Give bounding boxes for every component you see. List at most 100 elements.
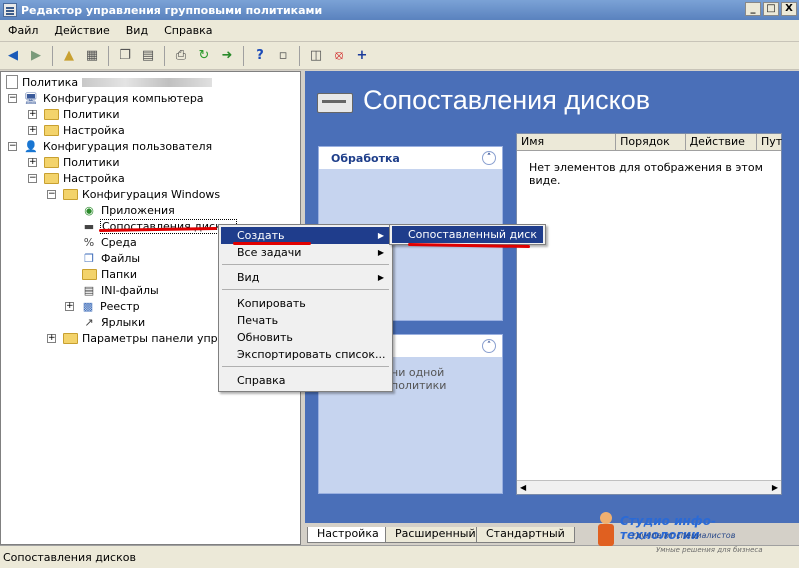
drive-maps-icon	[317, 93, 353, 113]
toolbar-separator	[164, 45, 165, 66]
pane-title: Сопоставления дисков	[363, 85, 651, 115]
tree-uc-policies[interactable]: + Политики	[28, 154, 120, 170]
tree-folders[interactable]: Папки	[81, 266, 137, 282]
add-icon[interactable]: +	[352, 46, 372, 66]
computer-icon: 🖥	[24, 91, 38, 105]
tree-label: Настройка	[63, 123, 125, 137]
shortcut-icon: ↗	[84, 315, 94, 329]
menu-bar: Файл Действие Вид Справка	[0, 20, 799, 42]
maximize-button[interactable]: □	[763, 2, 779, 16]
tree-label: Приложения	[101, 203, 175, 217]
close-button[interactable]: X	[781, 2, 797, 16]
details-icon[interactable]: ◫	[306, 46, 326, 66]
column-path[interactable]: Пут	[757, 134, 782, 150]
delete-icon[interactable]: ⦻	[329, 46, 349, 66]
expand-icon[interactable]: +	[28, 109, 37, 119]
export-icon[interactable]: ➜	[217, 46, 237, 66]
expand-icon[interactable]: +	[65, 301, 74, 311]
tree-root[interactable]: Политика	[6, 74, 213, 90]
tree-label: Файлы	[101, 251, 141, 265]
menu-item-label: Создать	[237, 229, 285, 242]
toolbar-separator	[299, 45, 300, 66]
collapse-chevron-icon[interactable]: ˄	[482, 151, 496, 165]
tree-applications[interactable]: ◉ Приложения	[81, 202, 175, 218]
print-icon[interactable]: ⎙	[171, 46, 191, 66]
expand-icon[interactable]: +	[28, 157, 37, 167]
menu-item-mapped-drive[interactable]: Сопоставленный диск	[392, 226, 543, 243]
window-title: Редактор управления групповыми политикам…	[21, 3, 323, 17]
tree-files[interactable]: ❐ Файлы	[81, 250, 140, 266]
menu-separator	[222, 264, 389, 265]
tree-environment[interactable]: % Среда	[81, 234, 137, 250]
folder-icon	[43, 171, 59, 185]
status-text: Сопоставления дисков	[3, 550, 136, 564]
expand-icon[interactable]: +	[47, 333, 56, 343]
menu-item-print[interactable]: Печать	[221, 312, 390, 329]
up-folder-icon[interactable]: ▲	[59, 46, 79, 66]
tasks-header[interactable]: Обработка ˄	[319, 147, 502, 169]
tab-extended[interactable]: Расширенный	[385, 527, 486, 543]
column-action[interactable]: Действие	[686, 134, 757, 150]
menu-separator	[222, 289, 389, 290]
tree-windows-config[interactable]: − Конфигурация Windows	[47, 186, 220, 202]
scroll-right-icon[interactable]: ▶	[772, 483, 778, 492]
menu-item-help[interactable]: Справка	[221, 372, 390, 389]
menu-file[interactable]: Файл	[0, 24, 46, 37]
expand-icon[interactable]: +	[28, 125, 37, 135]
collapse-chevron-icon[interactable]: ˄	[482, 339, 496, 353]
column-order[interactable]: Порядок	[616, 134, 686, 150]
collapse-icon[interactable]: −	[47, 189, 56, 199]
tree-uc-settings[interactable]: − Настройка	[28, 170, 125, 186]
files-icon: ❐	[84, 251, 94, 265]
tree-label: Параметры панели управл	[82, 331, 238, 345]
folder-icon	[81, 267, 97, 281]
folder-icon	[43, 107, 59, 121]
menu-item-refresh[interactable]: Обновить	[221, 329, 390, 346]
scroll-left-icon[interactable]: ◀	[520, 483, 526, 492]
tree-computer-config[interactable]: − 🖥 Конфигурация компьютера	[8, 90, 204, 106]
horizontal-scrollbar[interactable]: ◀ ▶	[517, 480, 781, 494]
applications-icon: ◉	[84, 203, 94, 217]
menu-help[interactable]: Справка	[156, 24, 220, 37]
tree-registry[interactable]: + ▩ Реестр	[65, 298, 140, 314]
menu-view[interactable]: Вид	[118, 24, 156, 37]
tree-user-config[interactable]: − 👤 Конфигурация пользователя	[8, 138, 212, 154]
menu-item-view[interactable]: Вид ▶	[221, 269, 390, 286]
menu-item-all-tasks[interactable]: Все задачи ▶	[221, 244, 390, 261]
column-name[interactable]: Имя	[517, 134, 617, 150]
minimize-button[interactable]: _	[745, 2, 761, 16]
registry-icon: ▩	[82, 299, 94, 313]
tree-label: Среда	[101, 235, 137, 249]
menu-item-copy[interactable]: Копировать	[221, 295, 390, 312]
tree-ini-files[interactable]: ▤ INI-файлы	[81, 282, 159, 298]
tree-cc-settings[interactable]: + Настройка	[28, 122, 125, 138]
properties-icon[interactable]: ▫	[273, 46, 293, 66]
tree-label: Реестр	[100, 299, 140, 313]
paste-icon[interactable]: ▤	[138, 46, 158, 66]
copy-icon[interactable]: ❐	[115, 46, 135, 66]
show-tree-icon[interactable]: ▦	[82, 46, 102, 66]
refresh-icon[interactable]: ↻	[194, 46, 214, 66]
tree-label: Политика	[22, 75, 79, 89]
tab-standard[interactable]: Стандартный	[476, 527, 575, 543]
menu-item-export[interactable]: Экспортировать список...	[221, 346, 390, 363]
back-icon[interactable]: ◀	[3, 46, 23, 66]
description-text: ни одной политики	[391, 366, 447, 392]
help-icon[interactable]: ?	[250, 46, 270, 66]
tree-cc-policies[interactable]: + Политики	[28, 106, 120, 122]
tree-label: Политики	[63, 155, 120, 169]
tree-control-panel[interactable]: + Параметры панели управл	[47, 330, 238, 346]
title-bar: Редактор управления групповыми политикам…	[0, 0, 799, 20]
forward-icon[interactable]: ▶	[26, 46, 46, 66]
folder-icon	[43, 155, 59, 169]
tree-label: INI-файлы	[101, 283, 159, 297]
control-panel-icon	[62, 331, 78, 345]
tab-settings[interactable]: Настройка	[307, 527, 389, 543]
collapse-icon[interactable]: −	[28, 173, 37, 183]
menu-action[interactable]: Действие	[46, 24, 117, 37]
collapse-icon[interactable]: −	[8, 141, 17, 151]
collapse-icon[interactable]: −	[8, 93, 17, 103]
items-list[interactable]: Имя Порядок Действие Пут Нет элементов д…	[516, 133, 782, 495]
folder-icon	[43, 123, 59, 137]
tree-shortcuts[interactable]: ↗ Ярлыки	[81, 314, 145, 330]
